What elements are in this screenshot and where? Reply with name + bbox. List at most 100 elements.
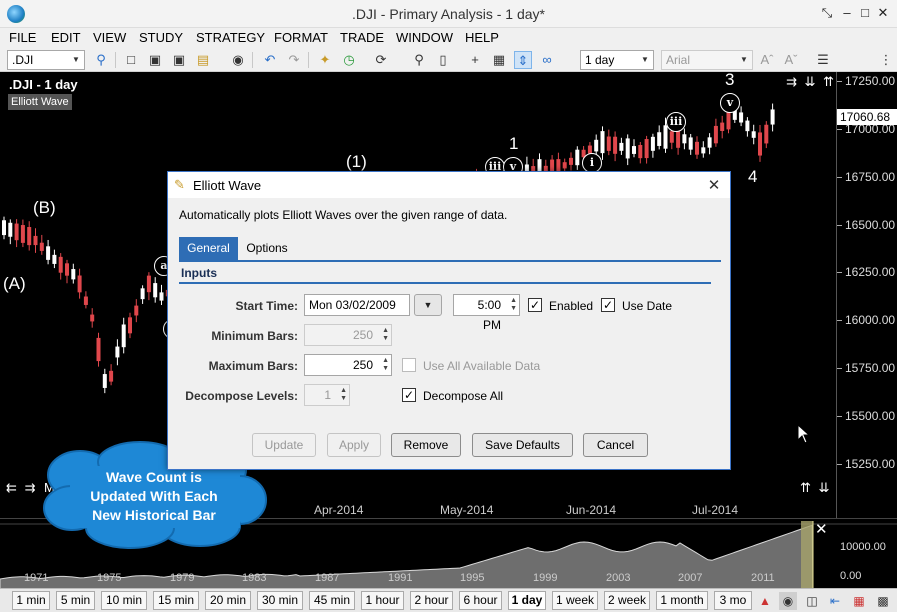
price-axis[interactable]: 17250.00 17000.00 16750.00 16500.00 1625…: [836, 72, 897, 518]
symbol-combo[interactable]: .DJI ▼: [7, 50, 85, 70]
menu-trade[interactable]: TRADE: [340, 28, 384, 48]
save-as-icon[interactable]: ▣: [170, 51, 188, 69]
undo-icon[interactable]: ↶: [261, 51, 279, 69]
enabled-label: Enabled: [549, 299, 594, 313]
use-all-data-checkbox[interactable]: [402, 358, 416, 372]
restore-layout-icon[interactable]: ⤡: [817, 4, 837, 22]
spinner-icon[interactable]: ▲ ▼: [382, 327, 389, 343]
spinner-icon[interactable]: ▲ ▼: [340, 387, 347, 403]
tab-5-min[interactable]: 5 min: [56, 591, 95, 610]
interval-combo[interactable]: 1 day ▼: [580, 50, 654, 70]
menu-edit[interactable]: EDIT: [51, 28, 81, 48]
toolbar-overflow-icon[interactable]: ⋮: [877, 51, 895, 69]
candle-body: [613, 136, 618, 154]
chart-type-icon[interactable]: ▲: [756, 592, 774, 610]
tab-3-month[interactable]: 3 mo: [714, 591, 752, 610]
menu-help[interactable]: HELP: [465, 28, 499, 48]
start-date-field[interactable]: Mon 03/02/2009: [304, 294, 410, 316]
tab-20-min[interactable]: 20 min: [205, 591, 251, 610]
tab-30-min[interactable]: 30 min: [257, 591, 303, 610]
vertical-scroll-arrows-icon[interactable]: ⇈ ⇊: [800, 480, 831, 496]
magic-wand-icon[interactable]: ✦: [316, 51, 334, 69]
symbol-value: .DJI: [12, 53, 34, 67]
menu-study[interactable]: STUDY: [139, 28, 183, 48]
camera-icon[interactable]: ◉: [229, 51, 247, 69]
decompose-levels-field[interactable]: 1 ▲ ▼: [304, 384, 350, 406]
min-bars-field[interactable]: 250 ▲ ▼: [304, 324, 392, 346]
fit-vertical-icon[interactable]: ⇕: [514, 51, 532, 69]
lasso-icon[interactable]: ⟳: [372, 51, 390, 69]
menu-view[interactable]: VIEW: [93, 28, 126, 48]
tab-2-hour[interactable]: 2 hour: [410, 591, 453, 610]
layers-icon[interactable]: ◫: [803, 592, 821, 610]
maximize-button[interactable]: □: [855, 4, 875, 22]
font-grow-icon[interactable]: Aˆ: [758, 51, 776, 69]
tab-options[interactable]: Options: [238, 237, 296, 260]
menu-window[interactable]: WINDOW: [396, 28, 453, 48]
crosshair-icon[interactable]: +: [466, 51, 484, 69]
study-tag-elliott-wave[interactable]: Elliott Wave: [8, 94, 72, 110]
max-bars-field[interactable]: 250 ▲ ▼: [304, 354, 392, 376]
candle-body: [695, 141, 699, 155]
line-style-icon[interactable]: ☰: [814, 51, 832, 69]
tab-45-min[interactable]: 45 min: [309, 591, 355, 610]
menu-format[interactable]: FORMAT: [274, 28, 328, 48]
fit-range-icon[interactable]: ⇤: [826, 592, 844, 610]
remove-button[interactable]: Remove: [391, 433, 461, 457]
date-picker-chevron-icon[interactable]: ▼: [414, 294, 442, 316]
scroll-left-arrows-icon[interactable]: ⇇ ⇉: [6, 480, 37, 496]
tab-1-min[interactable]: 1 min: [12, 591, 50, 610]
cancel-button[interactable]: Cancel: [583, 433, 648, 457]
apply-button[interactable]: Apply: [327, 433, 381, 457]
decompose-all-checkbox[interactable]: ✓: [402, 388, 416, 402]
font-combo[interactable]: Arial ▼: [661, 50, 753, 70]
new-document-icon[interactable]: □: [122, 51, 140, 69]
enabled-checkbox[interactable]: ✓: [528, 298, 542, 312]
font-shrink-icon[interactable]: Aˇ: [782, 51, 800, 69]
menu-file[interactable]: FILE: [9, 28, 36, 48]
grid-icon[interactable]: ▦: [490, 51, 508, 69]
bar-style-icon[interactable]: ▯: [434, 51, 452, 69]
start-clock-field[interactable]: 5:00 PM ▲ ▼: [453, 294, 520, 332]
minimize-button[interactable]: –: [837, 4, 857, 22]
close-overview-icon[interactable]: ✕: [815, 520, 828, 538]
candle-body: [33, 235, 38, 246]
alarm-clock-icon[interactable]: ◷: [340, 51, 358, 69]
use-date-checkbox[interactable]: ✓: [601, 298, 615, 312]
zoom-icon[interactable]: ⚲: [410, 51, 428, 69]
menu-strategy[interactable]: STRATEGY: [196, 28, 265, 48]
tab-general[interactable]: General: [179, 237, 238, 260]
tab-1-month[interactable]: 1 month: [656, 591, 708, 610]
candle-body: [159, 292, 164, 301]
spinner-icon[interactable]: ▲ ▼: [382, 357, 389, 373]
link-icon[interactable]: ∞: [538, 51, 556, 69]
save-defaults-button[interactable]: Save Defaults: [472, 433, 573, 457]
search-icon[interactable]: ⚲: [92, 51, 110, 69]
toolbar-separator: [252, 52, 253, 68]
tab-1-hour[interactable]: 1 hour: [361, 591, 404, 610]
candle-body: [562, 162, 567, 169]
overview-year: 2011: [751, 572, 775, 584]
dialog-close-icon[interactable]: ✕: [706, 176, 722, 194]
redo-icon[interactable]: ↷: [285, 51, 303, 69]
dialog-titlebar[interactable]: ✎ Elliott Wave ✕: [168, 172, 730, 198]
tab-6-hour[interactable]: 6 hour: [459, 591, 502, 610]
calendar-icon[interactable]: ▦: [850, 592, 868, 610]
update-button[interactable]: Update: [252, 433, 316, 457]
eye-icon[interactable]: ◉: [779, 592, 797, 610]
section-title-inputs: Inputs: [181, 266, 217, 280]
open-folder-icon[interactable]: ▤: [194, 51, 212, 69]
tab-1-week[interactable]: 1 week: [552, 591, 598, 610]
print-icon[interactable]: ▩: [874, 592, 892, 610]
candle-body: [27, 227, 32, 246]
tab-15-min[interactable]: 15 min: [153, 591, 199, 610]
price-label: 17250.00: [845, 74, 896, 88]
candle-body: [770, 109, 775, 125]
tab-2-week[interactable]: 2 week: [604, 591, 650, 610]
scroll-right-arrows-icon[interactable]: ⇉ ⇊ ⇈: [786, 74, 836, 90]
tab-10-min[interactable]: 10 min: [101, 591, 147, 610]
tab-1-day[interactable]: 1 day: [508, 591, 546, 610]
spinner-icon[interactable]: ▲ ▼: [510, 297, 517, 313]
save-icon[interactable]: ▣: [146, 51, 164, 69]
close-button[interactable]: ✕: [873, 4, 893, 22]
